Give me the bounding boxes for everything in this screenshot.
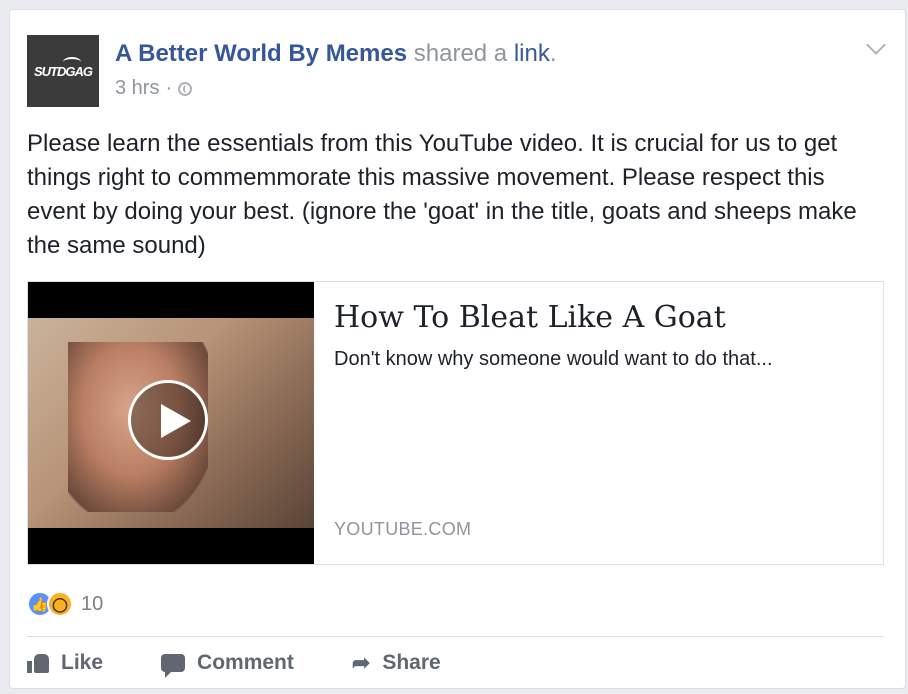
play-button[interactable] (128, 380, 208, 460)
shared-link-word[interactable]: link (514, 40, 550, 67)
thumbs-up-icon (27, 652, 49, 674)
public-globe-icon[interactable] (178, 81, 193, 96)
link-description: Don't know why someone would want to do … (334, 348, 773, 370)
link-text-area[interactable]: How To Bleat Like A Goat Don't know why … (314, 282, 883, 564)
share-button[interactable]: ➦ Share (352, 651, 441, 675)
link-title[interactable]: How To Bleat Like A Goat (334, 300, 863, 336)
like-button[interactable]: Like (27, 651, 103, 675)
divider (27, 636, 884, 637)
post-timestamp[interactable]: 3 hrs (115, 77, 159, 100)
link-preview-card[interactable]: How To Bleat Like A Goat Don't know why … (27, 281, 884, 565)
link-domain: YOUTUBE.COM (334, 519, 472, 539)
header-period: . (549, 40, 557, 67)
wow-icon: ◯ (47, 591, 73, 617)
post-meta: 3 hrs · (115, 77, 193, 100)
meta-separator: · (165, 77, 173, 99)
reactions-summary[interactable]: 👍 ◯ 10 (27, 591, 103, 617)
comment-label: Comment (197, 651, 294, 674)
video-thumbnail[interactable] (28, 282, 314, 564)
share-arrow-icon: ➦ (351, 650, 371, 675)
shared-text: shared a (413, 40, 508, 67)
post-body-text: Please learn the essentials from this Yo… (27, 130, 857, 259)
page-avatar[interactable]: SUTDGAG (27, 35, 99, 107)
page-name-link[interactable]: A Better World By Memes (115, 40, 407, 67)
share-label: Share (382, 651, 441, 674)
logo-arc-icon (63, 57, 81, 67)
post-header: A Better World By Memes shared a link. (115, 39, 557, 69)
play-icon (161, 404, 191, 438)
chevron-down-icon[interactable] (866, 35, 886, 55)
reaction-count[interactable]: 10 (81, 593, 103, 616)
comment-button[interactable]: Comment (161, 651, 294, 678)
post-card: SUTDGAG A Better World By Memes shared a… (9, 9, 906, 689)
action-bar: Like Comment ➦ Share (27, 651, 441, 678)
like-label: Like (61, 651, 104, 674)
comment-icon (161, 654, 186, 678)
